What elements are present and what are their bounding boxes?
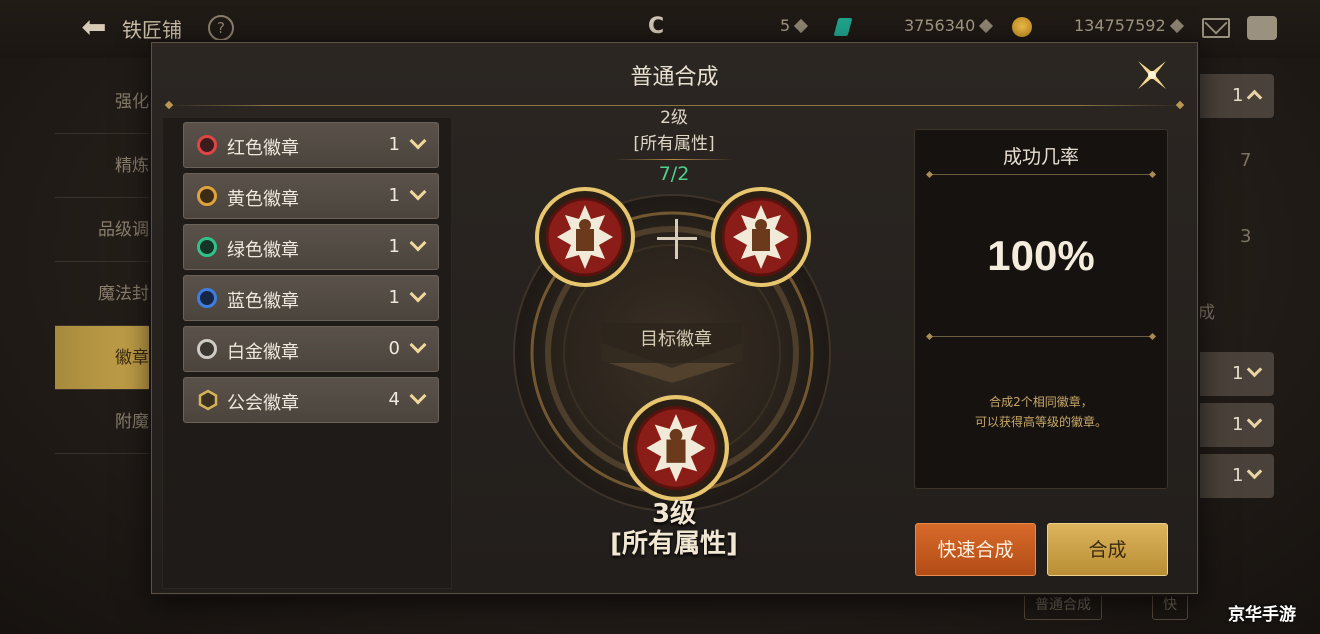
result-level-text: 3级 [651,499,697,529]
badge-name: 红色徽章 [227,138,299,159]
chevron-down-icon [409,234,427,252]
glow-divider [614,159,734,160]
mail-icon[interactable] [1202,18,1230,38]
success-rate-panel: 成功几率 100% 合成2个相同徽章， 可以获得高等级的徽章。 [914,129,1168,489]
plus-icon [657,219,697,259]
currency-1: 5 [780,16,809,35]
nav-item-seal[interactable]: 魔法封 [55,262,155,326]
target-badge-label: 目标徽章 [640,329,712,350]
source-attr-text: [所有属性] [633,134,715,154]
white-circle-icon [197,339,217,359]
gem-icon [833,18,853,36]
left-nav: 强化 精炼 品级调 魔法封 徽章 附魔 [55,70,155,454]
badge-name: 蓝色徽章 [227,291,299,312]
help-icon[interactable]: ? [208,15,234,41]
chevron-down-icon [409,183,427,201]
badge-name: 绿色徽章 [227,240,299,261]
badge-count: 1 [388,287,400,308]
badge-count: 4 [388,389,400,410]
nav-item-enchant[interactable]: 附魔 [55,390,155,454]
currency-2-value: 3756340 [904,16,976,35]
source-level-text: 2级 [660,108,688,128]
merge-description-line: 可以获得高等级的徽章。 [974,415,1107,429]
bg-quantity-value: 1 [1232,414,1244,435]
yellow-circle-icon [197,186,217,206]
badge-count: 1 [388,185,400,206]
badge-row-red[interactable]: 红色徽章 1 [183,122,439,168]
chevron-down-icon [1246,463,1263,480]
nav-item-badge[interactable]: 徽章 [55,326,155,390]
add-icon[interactable] [794,18,809,34]
chevron-down-icon [409,285,427,303]
bg-quantity-select[interactable]: 1 [1196,352,1274,396]
bg-number: 3 [1240,226,1252,247]
quick-merge-button[interactable]: 快速合成 [915,523,1036,576]
hexagon-icon [198,389,218,411]
badge-row-guild[interactable]: 公会徽章 4 [183,377,439,423]
badge-row-platinum[interactable]: 白金徽章 0 [183,326,439,372]
badge-row-blue[interactable]: 蓝色徽章 1 [183,275,439,321]
bg-quantity-select[interactable]: 1 [1196,403,1274,447]
bg-quantity-value: 1 [1232,363,1244,384]
badge-count: 0 [388,338,400,359]
badge-row-green[interactable]: 绿色徽章 1 [183,224,439,270]
nav-item-grade[interactable]: 品级调 [55,198,155,262]
badge-owned-count: 7/2 [658,163,690,185]
red-circle-icon [197,135,217,155]
bg-text: 成 [1198,303,1215,323]
currency-3-value: 134757592 [1074,16,1166,35]
source-badge-left-icon[interactable] [535,187,635,287]
merge-dialog: 普通合成 红色徽章 1 黄色徽章 1 绿色徽章 1 蓝色徽章 1 白金徽章 0 … [151,42,1198,594]
chevron-down-icon [1246,412,1263,429]
gold-coin-icon [1012,17,1032,37]
currency-3: 134757592 [1074,16,1184,35]
currency-1-value: 5 [780,16,791,35]
divider [927,174,1155,175]
chevron-up-icon [1246,89,1263,106]
badge-count: 1 [388,134,400,155]
nav-item-refine[interactable]: 精炼 [55,134,155,198]
success-rate-value: 100% [987,232,1095,279]
blue-circle-icon [197,288,217,308]
chevron-down-icon [409,387,427,405]
add-icon[interactable] [1169,18,1184,34]
chevron-down-icon [1246,361,1263,378]
divider [927,336,1155,337]
merge-button[interactable]: 合成 [1047,523,1168,576]
source-badge-right-icon[interactable] [711,187,811,287]
close-icon[interactable] [1132,55,1172,95]
source-level: 2级 [所有属性] [604,105,744,160]
result-level: 3级 [所有属性] [604,499,744,559]
badge-row-yellow[interactable]: 黄色徽章 1 [183,173,439,219]
merge-description-line: 合成2个相同徽章， [989,395,1093,409]
dialog-title: 普通合成 [630,65,719,90]
watermark-text: 京华手游 [1228,605,1296,625]
result-attr-text: [所有属性] [610,529,738,559]
bg-quantity-value: 1 [1232,85,1244,106]
badge-count: 1 [388,236,400,257]
badge-list: 红色徽章 1 黄色徽章 1 绿色徽章 1 蓝色徽章 1 白金徽章 0 公会徽章 … [162,117,452,589]
shop-title: 铁匠铺 [122,18,182,42]
badge-name: 公会徽章 [227,393,299,414]
badge-name: 白金徽章 [227,342,299,363]
chevron-down-icon [409,336,427,354]
back-arrow-icon[interactable]: ⬅ [76,10,112,46]
bg-normal-merge-button[interactable]: 普通合成 [1024,590,1102,620]
bg-quantity-select[interactable]: 1 [1196,74,1274,118]
bg-quantity-select[interactable]: 1 [1196,454,1274,498]
add-icon[interactable] [979,18,994,34]
badge-name: 黄色徽章 [227,189,299,210]
result-badge-icon[interactable] [623,395,729,501]
bg-quantity-value: 1 [1232,465,1244,486]
merge-description: 合成2个相同徽章， 可以获得高等级的徽章。 [915,392,1167,432]
bg-number: 7 [1240,150,1252,171]
nav-item-strengthen[interactable]: 强化 [55,70,155,134]
currency-2: 3756340 [904,16,994,35]
chat-icon[interactable] [1247,16,1277,40]
currency-c-icon: C [648,14,665,39]
chevron-down-icon [409,132,427,150]
green-circle-icon [197,237,217,257]
success-rate-title: 成功几率 [1002,146,1079,168]
bg-quick-button[interactable]: 快 [1152,590,1188,620]
